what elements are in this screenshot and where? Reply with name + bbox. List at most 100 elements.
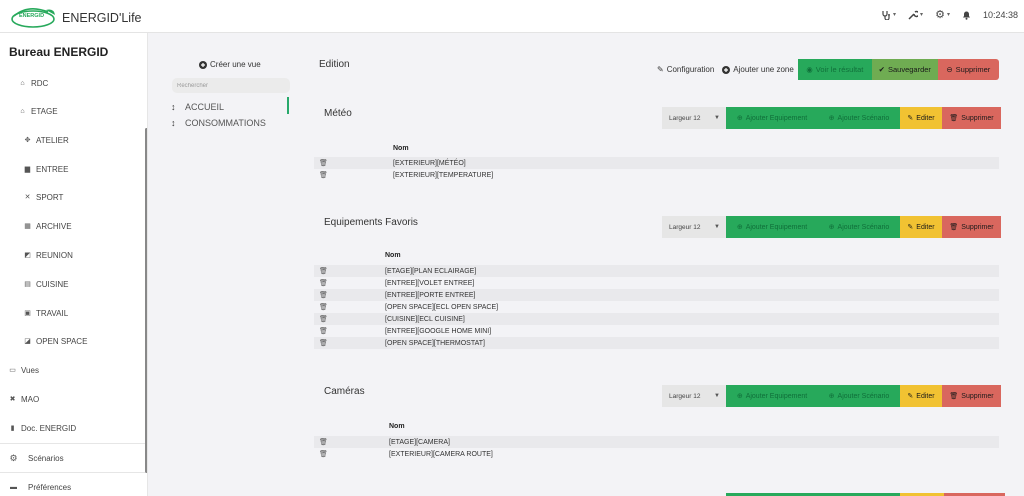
trash-icon[interactable]: 🗑 — [319, 303, 329, 311]
add-equipment-button[interactable]: ⊕ Ajouter Equipement — [726, 107, 818, 129]
stethoscope-icon — [882, 10, 891, 20]
sidebar-item-etage[interactable]: ⌂ ETAGE — [18, 104, 58, 118]
app-name: ENERGID'Life — [62, 11, 142, 25]
add-scenario-button[interactable]: ⊕ Ajouter Scénario — [818, 385, 900, 407]
width-select[interactable]: Largeur 12 ▼ — [662, 385, 726, 407]
view-item-label: CONSOMMATIONS — [185, 117, 266, 128]
eye-icon: ◉ — [806, 65, 813, 74]
sidebar-item-label: ETAGE — [31, 106, 58, 116]
trash-icon[interactable]: 🗑 — [319, 438, 329, 446]
trash-icon[interactable]: 🗑 — [319, 291, 329, 299]
pencil-icon: ✎ — [907, 115, 914, 122]
sidebar-item-travail[interactable]: ▣ TRAVAIL — [23, 306, 68, 320]
calendar-icon: ▣ — [24, 310, 31, 317]
trash-icon[interactable]: 🗑 — [319, 339, 329, 347]
zone-cameras: Caméras Largeur 12 ▼ ⊕ Ajouter Equipement… — [314, 382, 1005, 467]
view-item-consommations[interactable]: ↕ CONSOMMATIONS — [171, 116, 291, 129]
sidebar-item-label: MAO — [21, 394, 40, 404]
add-equipment-button[interactable]: ⊕ Ajouter Equipement — [726, 216, 818, 238]
plus-circle-icon: ⊕ — [828, 393, 835, 400]
add-equipment-label: Ajouter Equipement — [745, 223, 808, 231]
plus-circle-icon — [199, 60, 207, 69]
see-result-label: Voir le résultat — [815, 65, 864, 74]
add-scenario-label: Ajouter Scénario — [837, 223, 890, 231]
tools-icon: ✥ — [24, 137, 31, 144]
view-search-input[interactable] — [172, 78, 290, 93]
row-label: [ETAGE][PLAN ECLAIRAGE] — [385, 267, 477, 275]
sidebar-item-scenarios[interactable]: ⚙ Scénarios — [9, 451, 63, 465]
add-scenario-button[interactable]: ⊕ Ajouter Scénario — [818, 107, 900, 129]
home-icon: ⌂ — [20, 79, 25, 87]
view-item-accueil[interactable]: ↕ ACCUEIL — [171, 100, 291, 113]
delete-zone-button[interactable]: 🗑 Supprimer — [942, 216, 1001, 238]
zone-toolbar: Largeur 12 ▼ ⊕ Ajouter Equipement ⊕ Ajoute… — [662, 216, 1001, 238]
openspace-icon: ◪ — [24, 338, 31, 345]
trash-icon[interactable]: 🗑 — [319, 327, 329, 335]
sidebar-item-open-space[interactable]: ◪ OPEN SPACE — [23, 334, 87, 348]
stethoscope-menu[interactable]: ▾ — [881, 10, 896, 20]
settings-menu[interactable]: ⚙ ▾ — [935, 8, 950, 21]
add-equipment-button[interactable]: ⊕ Ajouter Equipement — [726, 385, 818, 407]
sidebar: Bureau ENERGID ⌂ RDC ⌂ ETAGE ✥ ATELIER ▆ ENT… — [0, 33, 148, 496]
sidebar-item-atelier[interactable]: ✥ ATELIER — [23, 133, 69, 147]
sidebar-item-doc-energid[interactable]: ▮ Doc. ENERGID — [8, 421, 77, 435]
sidebar-item-label: TRAVAIL — [36, 308, 69, 318]
chevron-down-icon: ▼ — [714, 393, 720, 399]
sidebar-divider — [0, 443, 145, 444]
table-row: 🗑 [ETAGE][PLAN ECLAIRAGE] — [314, 265, 999, 277]
sidebar-item-label: Préférences — [28, 482, 72, 492]
sidebar-item-cuisine[interactable]: ▤ CUISINE — [23, 277, 68, 291]
trash-icon[interactable]: 🗑 — [319, 159, 329, 167]
sidebar-item-rdc[interactable]: ⌂ RDC — [18, 76, 48, 90]
top-bar: ENERGID ENERGID'Life ▾ ▾ ⚙ ▾ 10:24:38 — [0, 0, 1024, 33]
chevron-down-icon: ▾ — [893, 12, 897, 18]
trash-icon[interactable]: 🗑 — [319, 279, 329, 287]
row-label: [CUISINE][ECL CUISINE] — [385, 315, 465, 323]
zone-title: Caméras — [324, 386, 365, 397]
edit-button[interactable]: ✎ Editer — [900, 107, 942, 129]
drag-handle-icon[interactable]: ↕ — [171, 118, 176, 128]
sidebar-item-entree[interactable]: ▆ ENTREE — [23, 162, 69, 176]
edit-button[interactable]: ✎ Editer — [900, 216, 942, 238]
edition-title: Edition — [319, 59, 350, 70]
notifications-button[interactable] — [962, 10, 971, 20]
width-select[interactable]: Largeur 12 ▼ — [662, 216, 726, 238]
width-select-value: Largeur 12 — [669, 392, 701, 400]
row-label: [EXTERIEUR][TEMPERATURE] — [393, 171, 494, 179]
row-label: [OPEN SPACE][ECL OPEN SPACE] — [385, 303, 499, 311]
create-view-button[interactable]: Créer une vue — [199, 60, 261, 69]
delete-zone-label: Supprimer — [961, 223, 994, 231]
table-row: 🗑 [ETAGE][CAMERA] — [314, 436, 999, 448]
table-row: 🗑 [EXTERIEUR][CAMERA ROUTE] — [314, 448, 999, 460]
sidebar-item-sport[interactable]: ✕ SPORT — [23, 190, 64, 204]
trash-icon[interactable]: 🗑 — [319, 315, 329, 323]
sidebar-item-archive[interactable]: ▦ ARCHIVE — [23, 219, 71, 233]
sidebar-item-reunion[interactable]: ◩ REUNION — [23, 248, 73, 262]
delete-zone-button[interactable]: 🗑 Supprimer — [942, 107, 1001, 129]
chevron-down-icon: ▼ — [714, 224, 720, 230]
configuration-button[interactable]: ✎ Configuration — [657, 65, 714, 74]
save-button[interactable]: ✔ Sauvegarder — [871, 59, 938, 80]
width-select[interactable]: Largeur 12 ▼ — [662, 107, 726, 129]
add-zone-label: Ajouter une zone — [733, 65, 794, 74]
trash-icon[interactable]: 🗑 — [319, 267, 329, 275]
see-result-button[interactable]: ◉ Voir le résultat — [797, 59, 872, 80]
sidebar-item-preferences[interactable]: ▬ Préférences — [9, 480, 71, 494]
delete-zone-button[interactable]: 🗑 Supprimer — [942, 385, 1001, 407]
add-zone-button[interactable]: Ajouter une zone — [722, 65, 794, 74]
edit-label: Editer — [916, 114, 935, 122]
table-row: 🗑 [ENTREE][VOLET ENTREE] — [314, 277, 999, 289]
drag-handle-icon[interactable]: ↕ — [171, 102, 176, 112]
column-header-name: Nom — [389, 423, 405, 430]
delete-button[interactable]: ⊖ Supprimer — [937, 59, 999, 80]
tools-menu[interactable]: ▾ — [908, 10, 923, 20]
trash-icon[interactable]: 🗑 — [319, 171, 329, 179]
trash-icon[interactable]: 🗑 — [319, 450, 329, 458]
width-select-value: Largeur 12 — [669, 114, 701, 122]
add-scenario-button[interactable]: ⊕ Ajouter Scénario — [818, 216, 900, 238]
sidebar-item-vues[interactable]: ▭ Vues — [8, 363, 39, 377]
sidebar-item-mao[interactable]: ✖ MAO — [8, 392, 40, 406]
sidebar-scrollbar[interactable] — [145, 128, 147, 473]
edit-button[interactable]: ✎ Editer — [900, 385, 942, 407]
chevron-down-icon: ▾ — [920, 12, 924, 18]
